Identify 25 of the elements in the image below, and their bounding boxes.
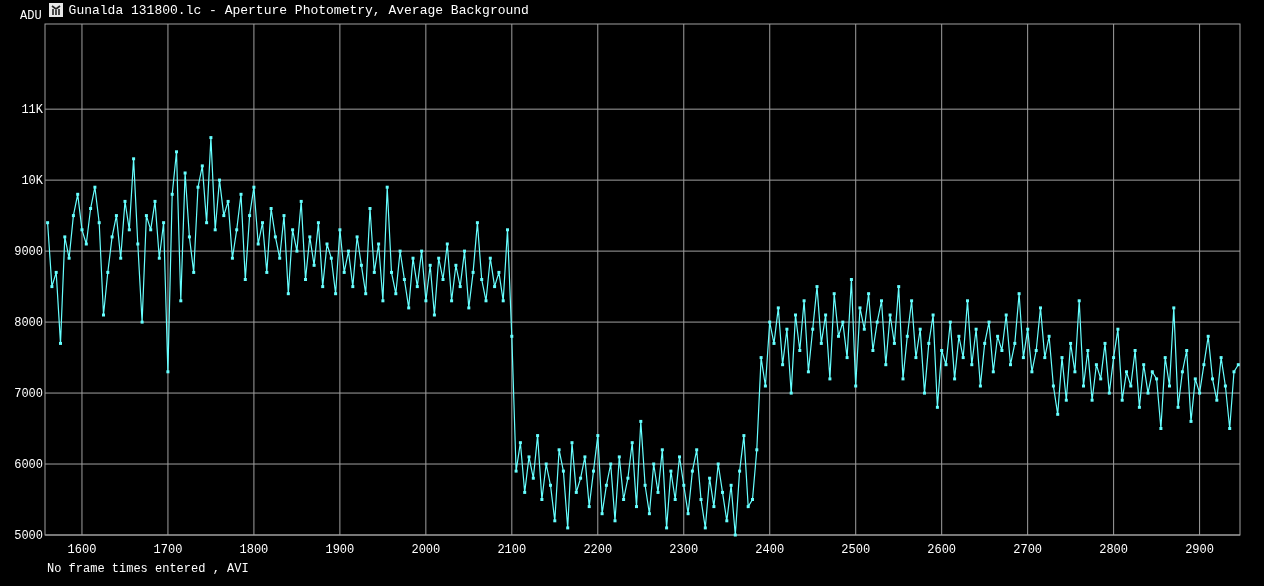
tick-label: 1700: [153, 543, 183, 557]
app-icon: [48, 3, 63, 17]
axis-label: ADU: [20, 10, 42, 22]
tick-label: 2200: [583, 543, 613, 557]
tick-label: 2500: [841, 543, 871, 557]
tick-label: 2800: [1099, 543, 1129, 557]
tick-label: 2100: [497, 543, 527, 557]
status-text: No frame times entered , AVI: [46, 562, 250, 576]
tick-label: 1800: [239, 543, 269, 557]
tick-label: 2400: [755, 543, 785, 557]
window-title: Gunalda 131800.lc - Aperture Photometry, Average Background: [68, 4, 529, 18]
tick-label: 6000: [14, 458, 43, 473]
tick-label: 10K: [21, 174, 43, 189]
tick-label: 2600: [927, 543, 957, 557]
tick-label: 11K: [21, 103, 43, 118]
tick-label: 1900: [325, 543, 355, 557]
tick-label: 5000: [14, 529, 43, 543]
tick-label: 9000: [14, 245, 43, 260]
tick-label: 1600: [67, 543, 97, 557]
tick-label: 2700: [1013, 543, 1043, 557]
tick-label: 2900: [1185, 543, 1214, 557]
tick-label: 7000: [14, 387, 43, 402]
tick-label: 2300: [669, 543, 699, 557]
tick-label: 8000: [14, 316, 43, 331]
tick-label: 2000: [411, 543, 441, 557]
